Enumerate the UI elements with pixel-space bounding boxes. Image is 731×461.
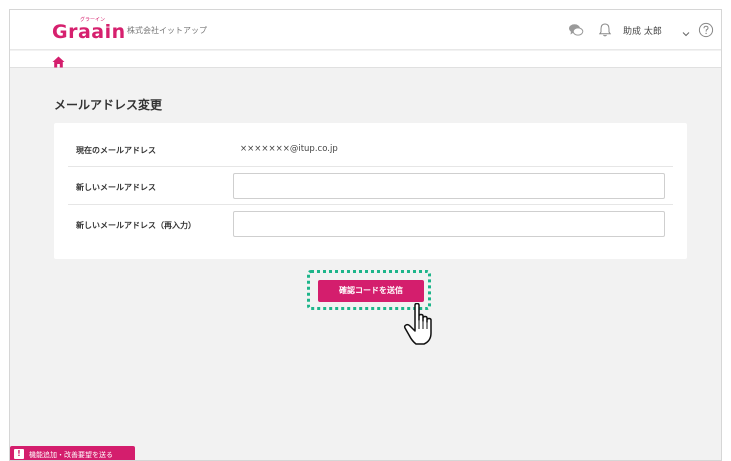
hand-cursor-icon xyxy=(403,302,437,347)
feedback-label: 機能追加・改善要望を送る xyxy=(29,451,113,459)
company-name: 株式会社イットアップ xyxy=(127,26,207,35)
current-email-row: 現在のメールアドレス ×××××××@itup.co.jp xyxy=(68,123,673,167)
confirm-email-label: 新しいメールアドレス（再入力） xyxy=(76,221,196,230)
alert-icon: ! xyxy=(14,449,24,459)
send-code-button[interactable]: 確認コードを送信 xyxy=(318,280,424,302)
chat-icon[interactable] xyxy=(568,22,584,38)
confirm-email-row: 新しいメールアドレス（再入力） xyxy=(68,205,673,243)
new-email-input[interactable] xyxy=(233,173,665,199)
logo-text: Graain xyxy=(52,21,126,43)
current-email-label: 現在のメールアドレス xyxy=(76,146,156,155)
top-header: グラーイン Graain 株式会社イットアップ 助成 太郎 xyxy=(10,10,721,50)
feedback-tab[interactable]: ! 機能追加・改善要望を送る xyxy=(10,446,135,460)
chevron-down-icon[interactable] xyxy=(681,24,691,37)
current-email-value: ×××××××@itup.co.jp xyxy=(240,144,338,154)
new-email-label: 新しいメールアドレス xyxy=(76,183,156,192)
app-window: グラーイン Graain 株式会社イットアップ 助成 太郎 メールアドレス変更 … xyxy=(9,9,722,461)
help-icon[interactable] xyxy=(698,22,714,38)
home-icon[interactable] xyxy=(52,53,65,68)
page-title: メールアドレス変更 xyxy=(54,98,163,112)
user-name[interactable]: 助成 太郎 xyxy=(623,24,662,37)
confirm-email-input[interactable] xyxy=(233,211,665,237)
new-email-row: 新しいメールアドレス xyxy=(68,167,673,205)
breadcrumb xyxy=(10,51,721,68)
email-change-form: 現在のメールアドレス ×××××××@itup.co.jp 新しいメールアドレス… xyxy=(54,123,687,259)
bell-icon[interactable] xyxy=(597,22,613,38)
